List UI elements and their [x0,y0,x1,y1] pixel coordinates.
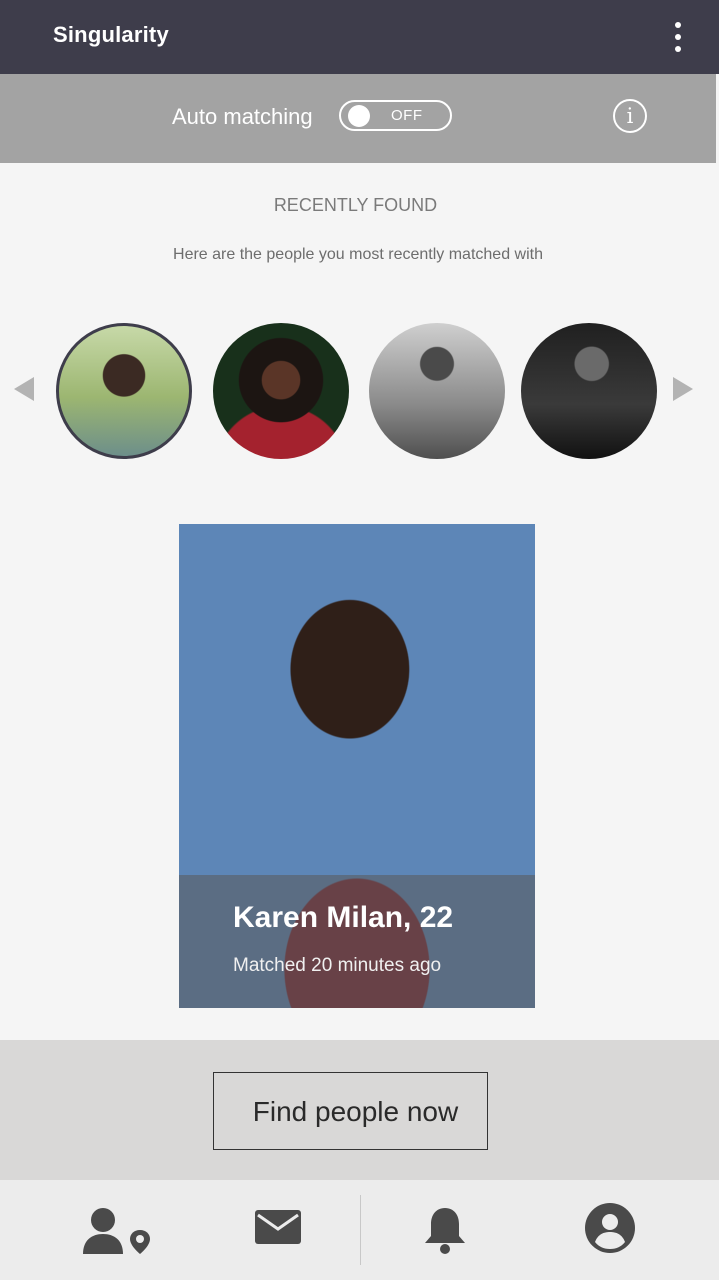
nav-people-nearby[interactable] [75,1180,160,1280]
nav-notifications[interactable] [415,1180,475,1280]
profile-caption: Karen Milan, 22 Matched 20 minutes ago [179,875,535,1008]
nav-divider [360,1195,361,1265]
profile-name-age: Karen Milan, 22 [233,901,454,934]
mail-icon [255,1210,301,1244]
toggle-state-label: OFF [391,107,423,124]
person-location-icon [83,1208,150,1254]
find-people-button[interactable]: Find people now [213,1072,488,1150]
toggle-knob [348,105,370,127]
app-bar: Singularity [0,0,719,74]
section-subtitle: Here are the people you most recently ma… [173,246,543,263]
match-avatar[interactable] [521,323,657,459]
nav-profile[interactable] [580,1180,640,1280]
bottom-nav [0,1180,719,1280]
info-icon[interactable]: i [613,99,647,133]
auto-matching-label: Auto matching [172,104,313,129]
match-avatar[interactable] [369,323,505,459]
account-icon [585,1203,635,1253]
section-title: RECENTLY FOUND [273,195,438,215]
nav-messages[interactable] [245,1180,310,1280]
carousel-prev-icon[interactable] [14,377,34,401]
carousel-next-icon[interactable] [673,377,693,401]
profile-card[interactable]: Karen Milan, 22 Matched 20 minutes ago [179,524,535,1008]
more-options-icon[interactable] [663,22,693,52]
bell-icon [425,1208,465,1254]
match-avatar[interactable] [213,323,349,459]
app-title: Singularity [53,22,169,47]
auto-matching-toggle[interactable]: OFF [339,100,452,131]
profile-matched-time: Matched 20 minutes ago [233,955,442,976]
match-avatar[interactable] [56,323,192,459]
